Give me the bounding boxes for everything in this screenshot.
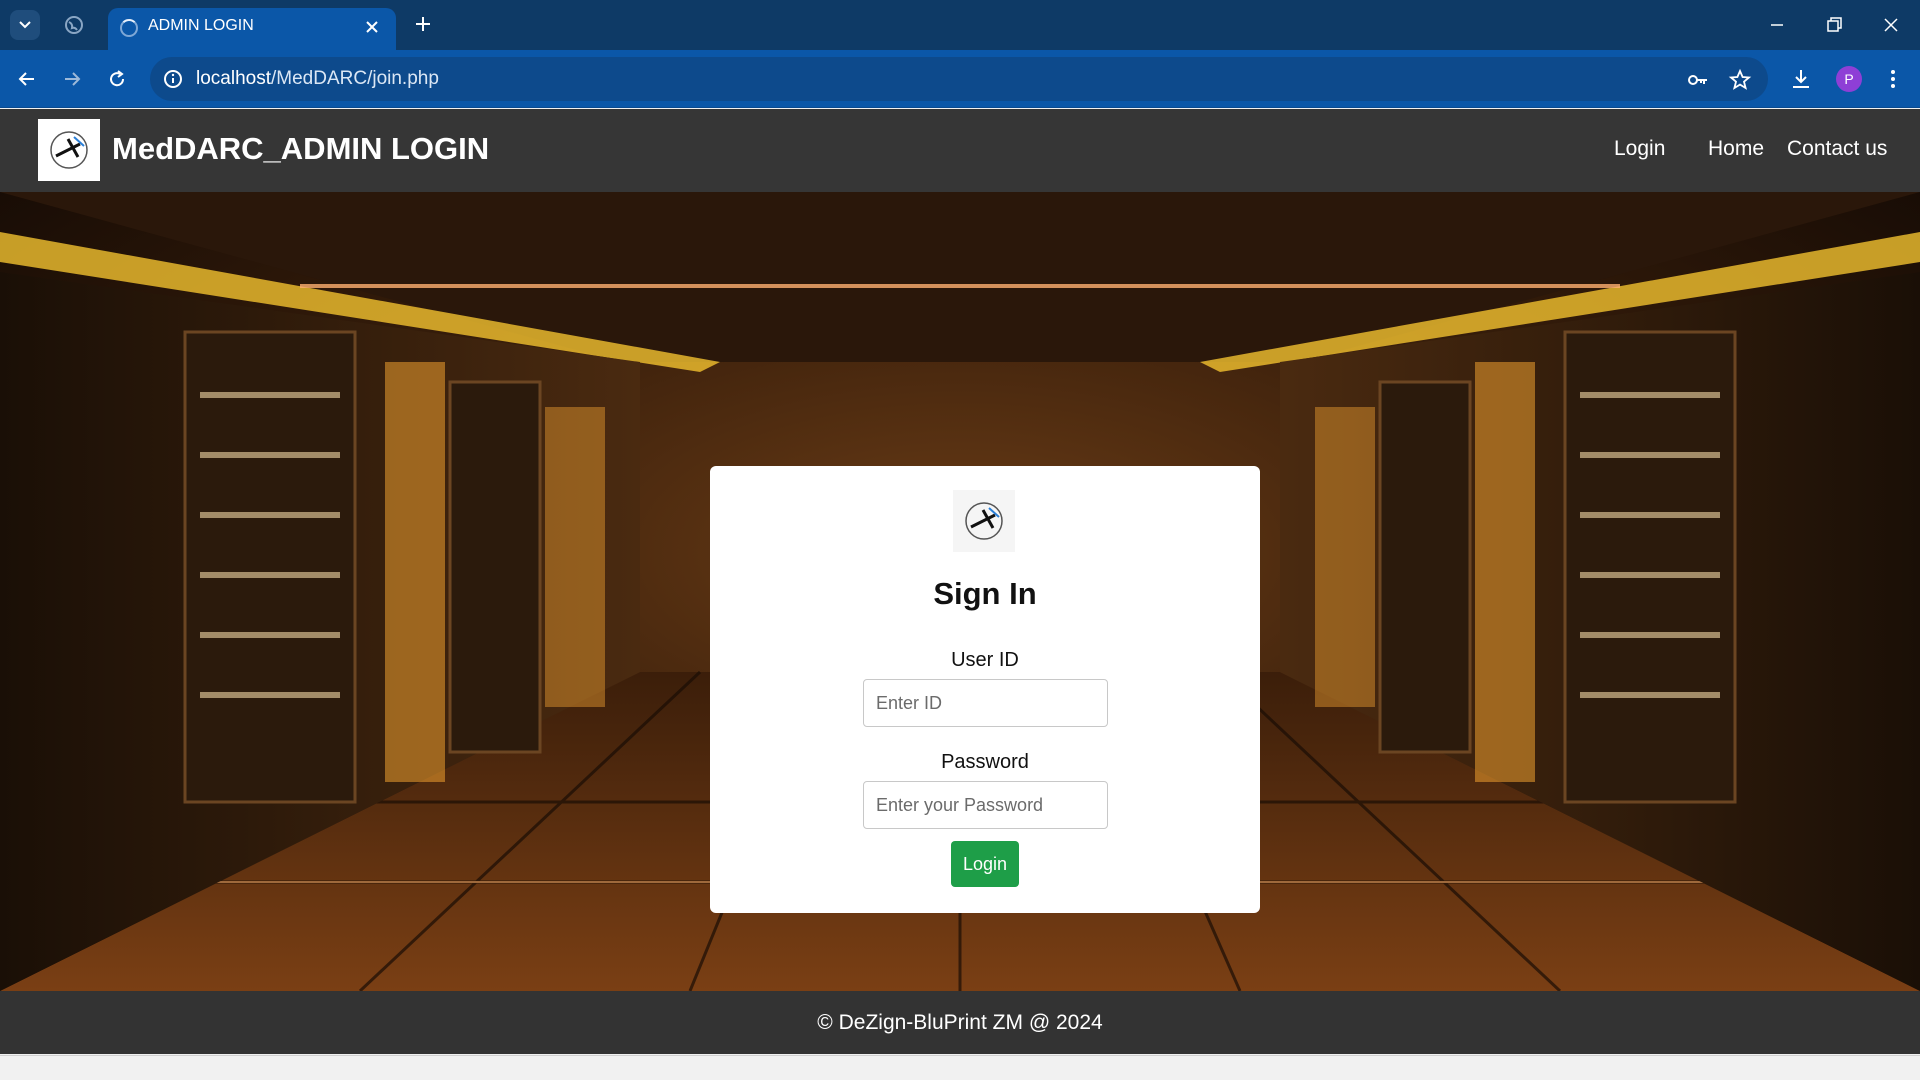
- back-icon[interactable]: [14, 66, 40, 92]
- close-tab-icon[interactable]: [362, 17, 382, 37]
- site-header: MedDARC_ADMIN LOGIN Login Home Contact u…: [0, 109, 1920, 192]
- window-bottom-edge: [0, 1055, 1920, 1080]
- password-label: Password: [941, 751, 1029, 773]
- site-footer: © DeZign-BluPrint ZM @ 2024: [0, 991, 1920, 1054]
- active-tab[interactable]: ADMIN LOGIN: [108, 8, 396, 50]
- bookmark-star-icon[interactable]: [1728, 68, 1752, 92]
- loading-icon: [120, 19, 138, 37]
- browser-tabstrip: ADMIN LOGIN: [0, 0, 1920, 50]
- site-title: MedDARC_ADMIN LOGIN: [112, 131, 490, 166]
- sign-in-heading: Sign In: [933, 576, 1037, 611]
- new-tab-icon[interactable]: [412, 13, 434, 35]
- nav-login[interactable]: Login: [1614, 137, 1665, 161]
- forward-icon[interactable]: [59, 66, 85, 92]
- restore-icon[interactable]: [1821, 12, 1847, 38]
- url-text: localhost/MedDARC/join.php: [196, 68, 439, 89]
- site-logo[interactable]: [38, 119, 100, 181]
- address-bar[interactable]: localhost/MedDARC/join.php: [150, 57, 1768, 101]
- tab-search-button[interactable]: [10, 10, 40, 40]
- nav-home[interactable]: Home: [1708, 137, 1764, 161]
- user-id-label: User ID: [951, 649, 1019, 671]
- tab-title: ADMIN LOGIN: [148, 17, 254, 34]
- user-id-input[interactable]: [863, 679, 1108, 727]
- download-icon[interactable]: [1788, 66, 1814, 92]
- minimize-icon[interactable]: [1764, 12, 1790, 38]
- profile-avatar[interactable]: P: [1836, 66, 1862, 92]
- site-info-icon[interactable]: [162, 68, 184, 90]
- card-logo: [953, 490, 1015, 552]
- login-card: Sign In User ID Password Login: [710, 466, 1260, 913]
- logo-icon: [50, 131, 88, 169]
- key-icon[interactable]: [1686, 68, 1710, 92]
- globe-icon[interactable]: [64, 15, 84, 35]
- nav-contact[interactable]: Contact us: [1787, 137, 1887, 161]
- reload-icon[interactable]: [104, 66, 130, 92]
- login-button[interactable]: Login: [951, 841, 1019, 887]
- menu-kebab-icon[interactable]: [1880, 66, 1906, 92]
- password-input[interactable]: [863, 781, 1108, 829]
- browser-toolbar: localhost/MedDARC/join.php P: [0, 50, 1920, 108]
- footer-copyright: © DeZign-BluPrint ZM @ 2024: [817, 1011, 1103, 1034]
- logo-icon: [965, 502, 1003, 540]
- web-page: MedDARC_ADMIN LOGIN Login Home Contact u…: [0, 109, 1920, 1060]
- close-window-icon[interactable]: [1878, 12, 1904, 38]
